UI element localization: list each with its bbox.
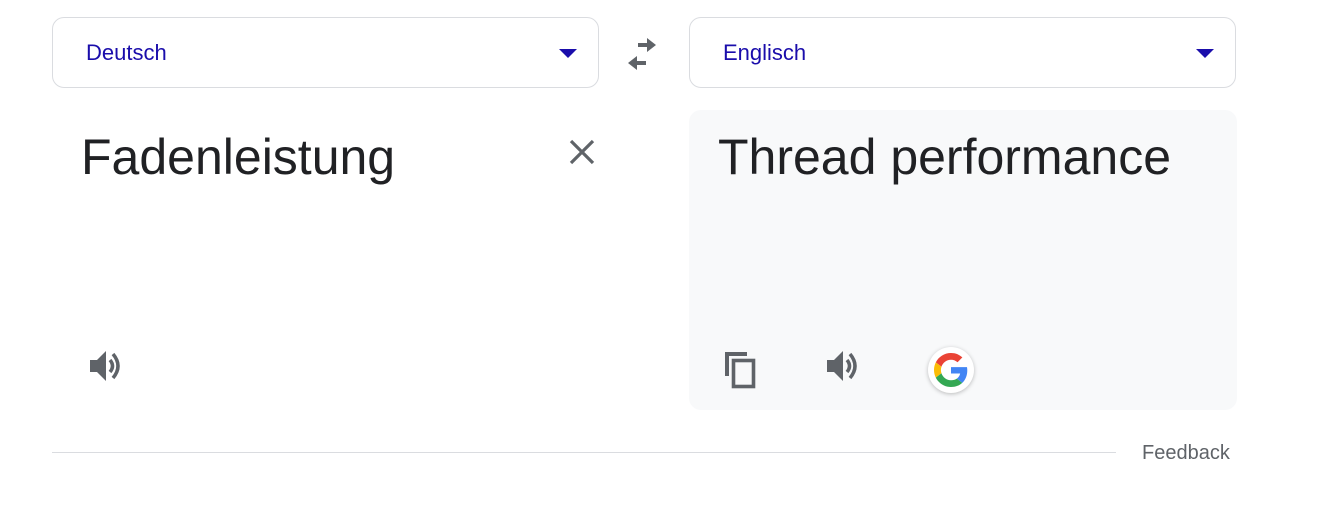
speaker-icon (90, 351, 120, 381)
source-language-select[interactable]: Deutsch (52, 17, 599, 88)
source-text-input[interactable]: Fadenleistung (81, 128, 395, 186)
footer-divider (52, 452, 1116, 453)
chevron-down-icon (559, 48, 577, 58)
google-translate-button[interactable] (928, 347, 974, 393)
chevron-down-icon (1196, 48, 1214, 58)
copy-icon (725, 352, 756, 389)
speaker-icon (827, 351, 857, 381)
translate-widget: Deutsch Englisch Fadenleistung Thread pe… (0, 0, 1330, 507)
source-language-label: Deutsch (86, 39, 167, 65)
target-language-label: Englisch (723, 39, 807, 65)
google-logo-icon (934, 353, 968, 387)
swap-languages-icon (628, 38, 656, 70)
close-icon (569, 139, 595, 165)
clear-source-button[interactable] (564, 134, 600, 170)
translation-listen-button[interactable] (823, 346, 863, 386)
source-listen-button[interactable] (86, 346, 126, 386)
copy-translation-button[interactable] (722, 348, 762, 392)
translation-panel: Thread performance (689, 110, 1237, 410)
feedback-link[interactable]: Feedback (1142, 442, 1230, 465)
swap-languages-button[interactable] (620, 34, 664, 74)
translation-text: Thread performance (718, 129, 1172, 185)
target-language-select[interactable]: Englisch (689, 17, 1236, 88)
